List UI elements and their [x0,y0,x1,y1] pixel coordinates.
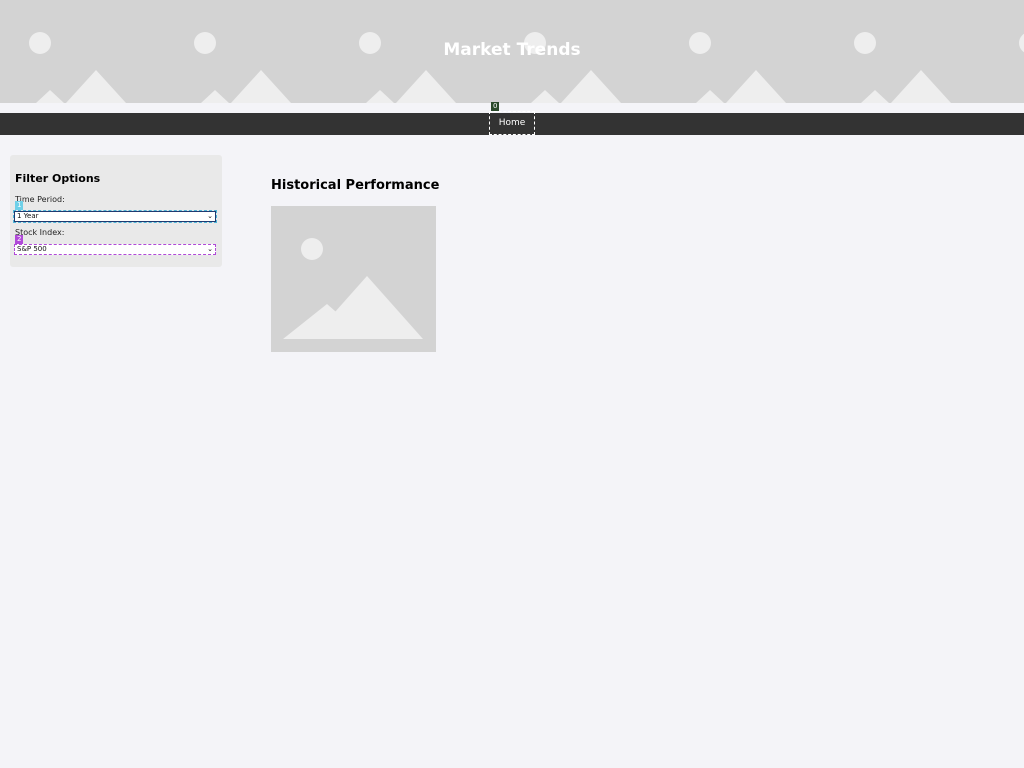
stock-index-value: S&P 500 [17,245,47,253]
element-marker: 1 [15,201,24,210]
element-marker: 2 [15,235,24,244]
section-title: Historical Performance [271,178,440,193]
stock-index-select[interactable]: S&P 500 ⌄ [14,244,216,255]
chevron-down-icon: ⌄ [207,245,213,253]
header-banner: Market Trends [0,0,1024,103]
page-title: Market Trends [443,40,581,60]
element-marker: 0 [491,102,500,111]
nav-home-link[interactable]: Home [489,111,535,135]
filter-panel-title: Filter Options [15,172,101,185]
time-period-value: 1 Year [17,212,39,220]
image-placeholder-icon [271,206,436,352]
filter-panel: Filter Options Time Period: 1 Year ⌄ Sto… [10,155,222,267]
navbar: Home [0,111,1024,135]
chevron-down-icon: ⌄ [207,212,213,220]
time-period-select[interactable]: 1 Year ⌄ [13,210,217,223]
